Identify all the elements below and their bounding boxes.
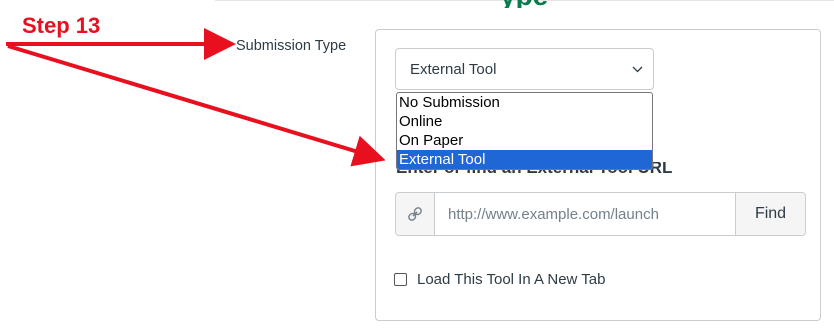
arrow-to-external-tool-option (7, 44, 386, 167)
step-annotation-arrows (6, 28, 386, 167)
